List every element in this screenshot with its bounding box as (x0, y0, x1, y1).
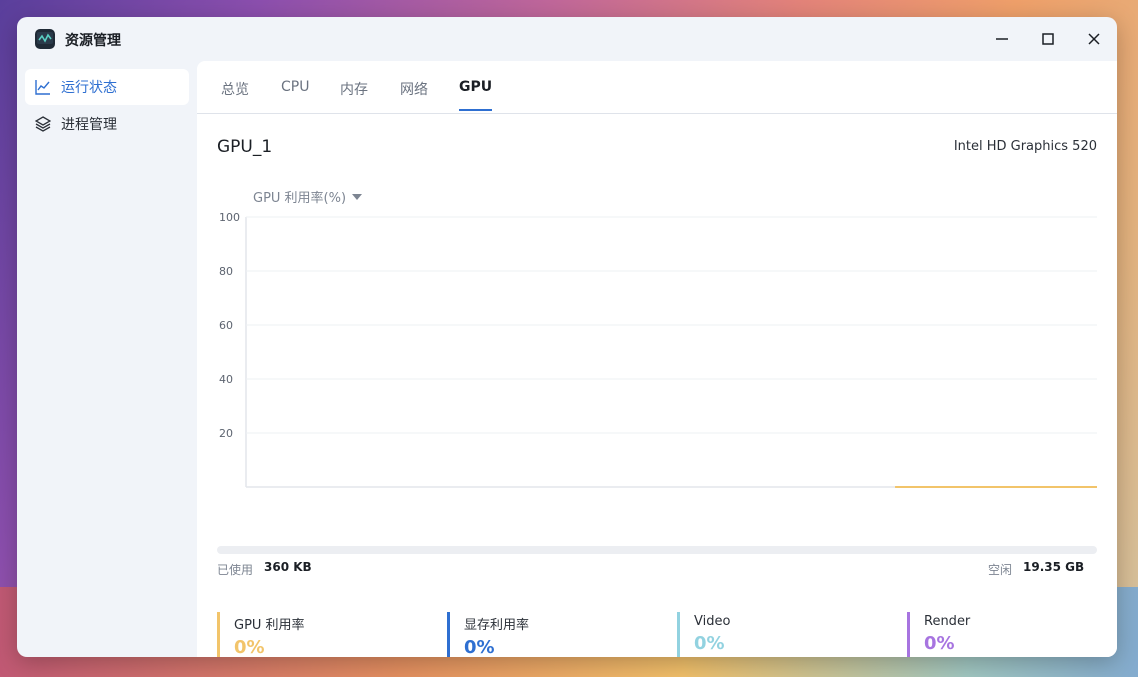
sidebar: 运行状态 进程管理 (17, 61, 197, 657)
close-icon (1088, 33, 1100, 45)
sidebar-item-label: 运行状态 (61, 80, 117, 96)
stat-vram-usage: 显存利用率 0% (447, 612, 529, 657)
minimize-icon (996, 38, 1008, 40)
stat-render: Render 0% (907, 612, 970, 657)
tab-cpu[interactable]: CPU (281, 79, 309, 109)
y-tick-label: 20 (219, 427, 233, 440)
stat-value: 0% (464, 637, 495, 657)
caret-down-icon (352, 193, 363, 200)
stat-label: 显存利用率 (464, 618, 530, 633)
free-label: 空闲 (988, 563, 1013, 577)
sidebar-item-label: 进程管理 (61, 117, 117, 133)
metric-dropdown-label: GPU 利用率(%) (253, 191, 347, 206)
line-chart-icon (35, 80, 50, 95)
stat-value: 0% (234, 637, 265, 657)
used-label: 已使用 (217, 563, 254, 577)
main-content: 总览 CPU 内存 网络 GPU GPU_1 Intel HD Graphics… (197, 61, 1117, 657)
app-window: 资源管理 运行状态 进程管理 总览 CPU 内存 网络 GPU GPU_1 In… (17, 17, 1117, 657)
maximize-button[interactable] (1035, 27, 1061, 51)
stat-gpu-usage: GPU 利用率 0% (217, 612, 305, 657)
memory-usage-bar (217, 546, 1097, 554)
layers-icon (35, 116, 51, 132)
tab-bar: 总览 CPU 内存 网络 GPU (197, 61, 1117, 114)
metric-dropdown[interactable]: GPU 利用率(%) (253, 187, 363, 206)
gpu-name: GPU_1 (217, 137, 273, 157)
gpu-model: Intel HD Graphics 520 (953, 139, 1097, 154)
tab-network[interactable]: 网络 (400, 79, 428, 113)
title-bar: 资源管理 (17, 17, 1117, 61)
gpu-usage-chart: 100 80 60 40 20 (219, 211, 1097, 488)
sidebar-item-status[interactable]: 运行状态 (25, 69, 189, 105)
close-button[interactable] (1081, 27, 1107, 51)
stat-value: 0% (694, 633, 725, 654)
sidebar-item-processes[interactable]: 进程管理 (25, 106, 189, 142)
stat-label: Render (924, 614, 971, 629)
stat-value: 0% (924, 633, 955, 654)
app-title: 资源管理 (65, 33, 121, 49)
tab-memory[interactable]: 内存 (340, 79, 368, 113)
y-tick-label: 60 (219, 319, 233, 332)
y-tick-label: 100 (219, 211, 240, 224)
y-tick-label: 40 (219, 373, 233, 386)
stat-video: Video 0% (677, 612, 730, 657)
used-value: 360 KB (264, 560, 312, 574)
tab-overview[interactable]: 总览 (221, 79, 249, 113)
tab-gpu[interactable]: GPU (459, 79, 493, 111)
y-tick-label: 80 (219, 265, 233, 278)
app-icon (35, 29, 55, 49)
maximize-icon (1042, 33, 1054, 45)
stat-label: Video (694, 614, 731, 629)
free-value: 19.35 GB (1023, 560, 1085, 574)
minimize-button[interactable] (989, 27, 1015, 51)
stat-label: GPU 利用率 (234, 618, 305, 633)
